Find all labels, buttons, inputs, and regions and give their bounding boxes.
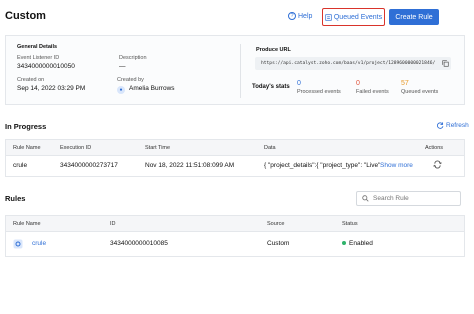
created-on-value: Sep 14, 2022 03:29 PM — [17, 85, 86, 92]
data-cell: { "project_details":{ "project_type": "L… — [264, 162, 380, 169]
in-progress-table: Rule Name Execution ID Start Time Data A… — [5, 139, 465, 177]
avatar: ● — [117, 86, 125, 94]
search-box — [356, 191, 461, 206]
column-header: Status — [342, 221, 358, 227]
queued-events-label: Queued Events — [333, 13, 383, 21]
create-rule-button[interactable]: Create Rule — [389, 9, 439, 25]
column-header: Execution ID — [60, 145, 92, 151]
help-label: Help — [298, 12, 313, 20]
column-header: Rule Name — [13, 221, 41, 227]
rule-name-cell: crule — [13, 162, 28, 169]
refresh-label: Refresh — [446, 122, 469, 129]
processed-count: 0 — [297, 80, 301, 87]
produce-url-value: https://api.catalyst.zoho.com/baas/v1/pr… — [255, 57, 451, 70]
failed-count: 0 — [356, 80, 360, 87]
rule-name-link[interactable]: crule — [32, 240, 46, 247]
page-header: Custom ? Help Queued Events Create Rule — [0, 0, 474, 34]
failed-label: Failed events — [356, 89, 389, 95]
execution-id-cell: 3434000000273717 — [60, 162, 118, 169]
column-header: Source — [267, 221, 285, 227]
status-label: Enabled — [349, 240, 373, 247]
produce-url-label: Produce URL — [256, 47, 291, 53]
listener-id-label: Event Listener ID — [17, 55, 60, 61]
description-value: — — [119, 63, 126, 70]
todays-stats-title: Today's stats — [252, 84, 290, 90]
page-title: Custom — [5, 10, 46, 22]
table-header: Rule Name Execution ID Start Time Data A… — [6, 140, 464, 156]
general-details-title: General Details — [17, 44, 58, 50]
column-header: ID — [110, 221, 116, 227]
copy-icon[interactable] — [442, 60, 449, 67]
rule-id-cell: 3434000000010085 — [110, 240, 168, 247]
rules-title: Rules — [5, 194, 26, 203]
queue-icon — [325, 13, 332, 21]
search-input[interactable] — [373, 195, 453, 202]
table-header: Rule Name ID Source Status — [6, 216, 464, 232]
queued-events-button[interactable]: Queued Events — [322, 8, 385, 26]
card-divider — [240, 44, 241, 98]
rule-icon — [13, 239, 23, 249]
source-cell: Custom — [267, 240, 290, 247]
status-cell: Enabled — [342, 240, 373, 247]
details-card: General Details Event Listener ID 343400… — [5, 35, 465, 105]
column-header: Rule Name — [13, 145, 41, 151]
created-by-value: Amelia Burrows — [129, 85, 175, 92]
rules-table: Rule Name ID Source Status crule 3434000… — [5, 215, 465, 257]
help-link[interactable]: ? Help — [288, 12, 312, 20]
refresh-button[interactable]: Refresh — [437, 122, 469, 129]
description-label: Description — [119, 55, 147, 61]
created-by-label: Created by — [117, 77, 144, 83]
in-progress-title: In Progress — [5, 122, 47, 131]
queued-label: Queued events — [401, 89, 439, 95]
refresh-icon — [437, 122, 444, 129]
column-header: Start Time — [145, 145, 171, 151]
processed-label: Processed events — [297, 89, 341, 95]
start-time-cell: Nov 18, 2022 11:51:08:099 AM — [145, 162, 235, 169]
sync-icon[interactable] — [433, 160, 442, 169]
created-on-label: Created on — [17, 77, 45, 83]
search-icon — [362, 195, 369, 202]
status-dot-icon — [342, 241, 346, 246]
queued-count: 57 — [401, 80, 409, 87]
listener-id-value: 3434000000010050 — [17, 63, 75, 70]
column-header: Actions — [425, 145, 444, 151]
show-more-link[interactable]: Show more — [380, 162, 413, 169]
help-icon: ? — [288, 12, 296, 20]
column-header: Data — [264, 145, 276, 151]
